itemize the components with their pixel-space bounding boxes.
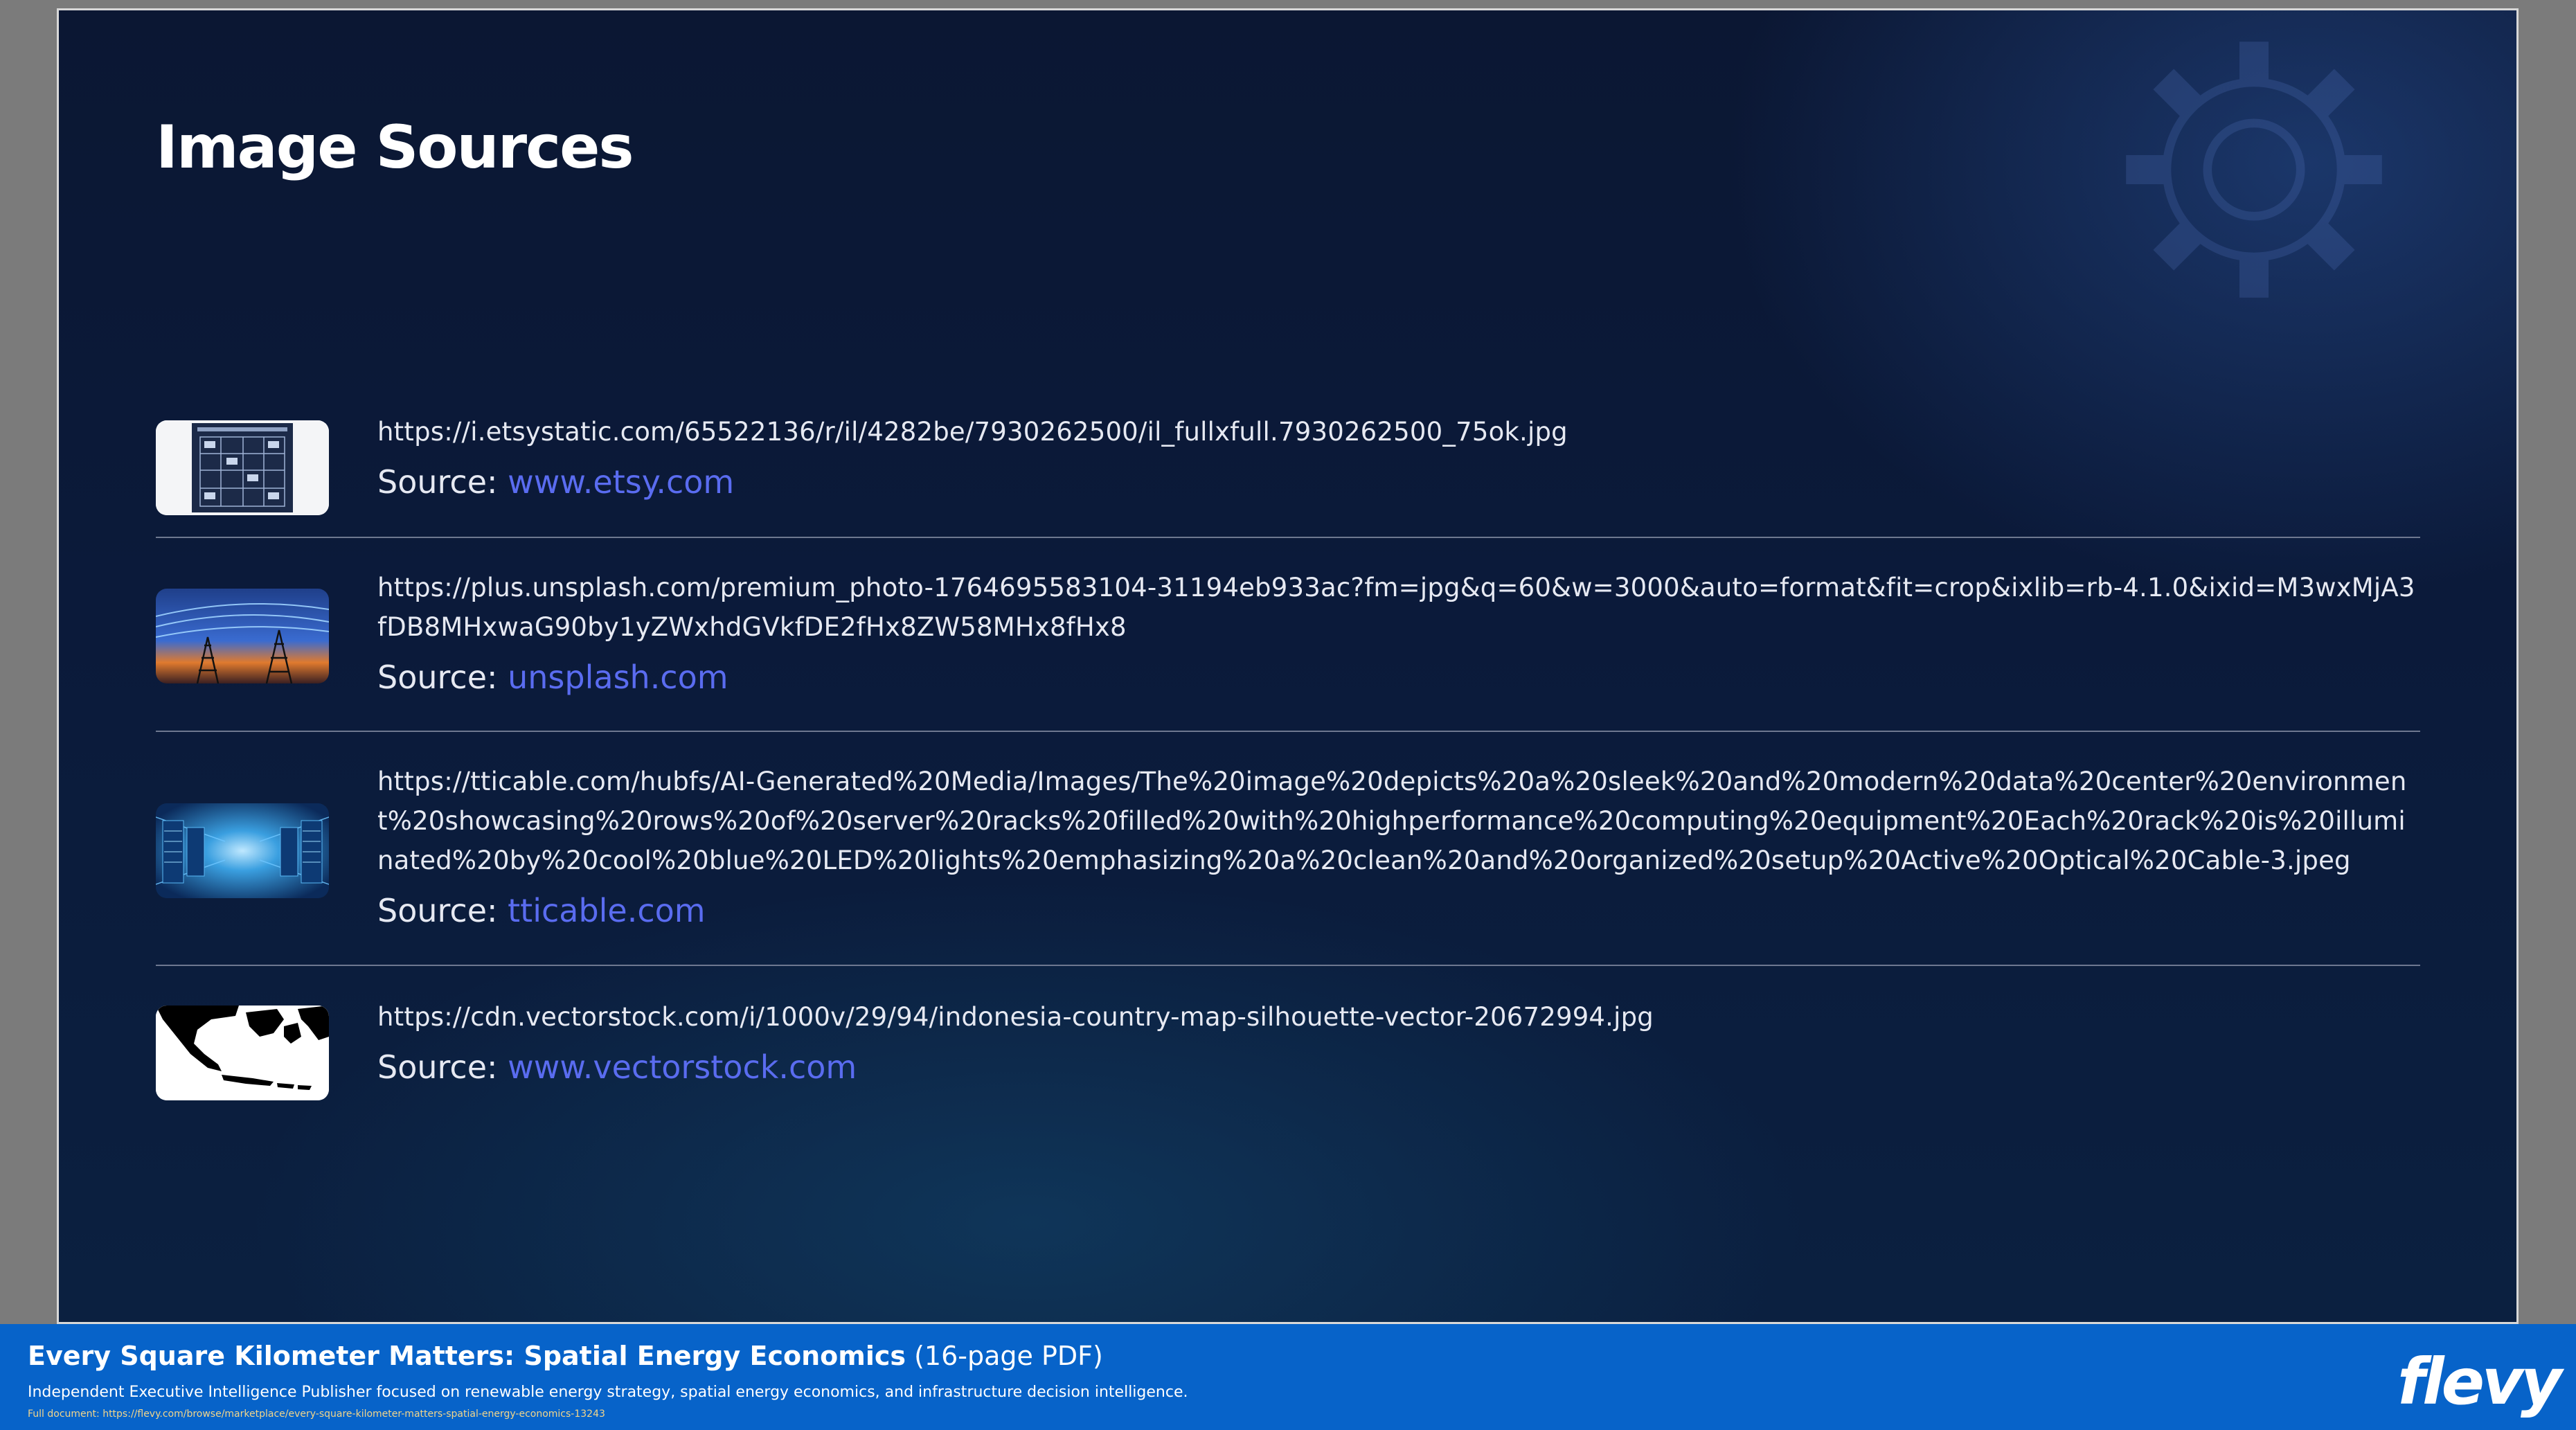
- full-document-link[interactable]: Full document: https://flevy.com/browse/…: [28, 1409, 605, 1420]
- source-text: https://tticable.com/hubfs/AI-Generated%…: [377, 762, 2420, 931]
- source-line: Source: www.vectorstock.com: [377, 1046, 2420, 1088]
- power-lines-sunset-thumbnail-icon: [156, 589, 329, 683]
- gear-background-icon: [2126, 42, 2382, 298]
- source-link[interactable]: www.etsy.com: [508, 463, 734, 501]
- publisher-description: Independent Executive Intelligence Publi…: [28, 1384, 1188, 1401]
- image-url: https://cdn.vectorstock.com/i/1000v/29/9…: [377, 1002, 1654, 1032]
- source-link[interactable]: www.vectorstock.com: [508, 1048, 857, 1086]
- image-url: https://plus.unsplash.com/premium_photo-…: [377, 573, 2415, 642]
- flevy-logo[interactable]: flevy: [2397, 1345, 2562, 1419]
- source-line: Source: unsplash.com: [377, 656, 2420, 698]
- data-center-thumbnail-icon: [156, 803, 329, 898]
- source-link[interactable]: tticable.com: [508, 892, 705, 929]
- page: Image Sources https://i.etsystatic.com/6…: [0, 0, 2576, 1430]
- page-count: (16-page PDF): [914, 1341, 1103, 1371]
- source-line: Source: www.etsy.com: [377, 461, 2420, 503]
- source-text: https://plus.unsplash.com/premium_photo-…: [377, 568, 2420, 698]
- divider: [156, 731, 2420, 732]
- slide: Image Sources https://i.etsystatic.com/6…: [57, 8, 2519, 1324]
- footer-banner: Every Square Kilometer Matters: Spatial …: [0, 1324, 2576, 1430]
- source-link[interactable]: unsplash.com: [508, 659, 728, 696]
- source-text: https://cdn.vectorstock.com/i/1000v/29/9…: [377, 997, 2420, 1088]
- image-url: https://i.etsystatic.com/65522136/r/il/4…: [377, 417, 1568, 447]
- blueprint-document-thumbnail-icon: [156, 420, 329, 515]
- source-label: Source:: [377, 659, 508, 696]
- image-url: https://tticable.com/hubfs/AI-Generated%…: [377, 767, 2407, 875]
- source-label: Source:: [377, 1048, 508, 1086]
- footer-title: Every Square Kilometer Matters: Spatial …: [28, 1341, 1103, 1371]
- source-line: Source: tticable.com: [377, 890, 2420, 931]
- divider: [156, 965, 2420, 966]
- source-text: https://i.etsystatic.com/65522136/r/il/4…: [377, 412, 2420, 503]
- source-label: Source:: [377, 892, 508, 929]
- divider: [156, 537, 2420, 538]
- indonesia-map-thumbnail-icon: [156, 1006, 329, 1100]
- document-title: Every Square Kilometer Matters: Spatial …: [28, 1341, 906, 1371]
- page-title: Image Sources: [156, 113, 634, 182]
- source-label: Source:: [377, 463, 508, 501]
